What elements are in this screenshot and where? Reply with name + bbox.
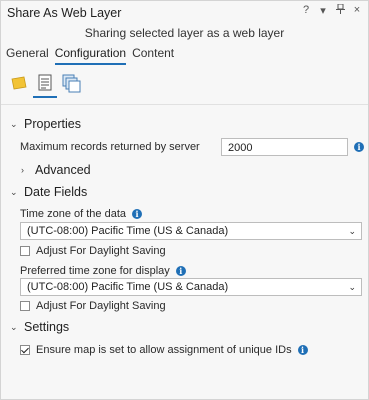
settings-header-label: Settings [24, 320, 70, 334]
tab-strip: General Configuration Content [6, 46, 174, 65]
chevron-down-icon: ⌄ [348, 226, 356, 236]
unique-ids-checkbox[interactable] [20, 345, 30, 355]
advanced-header-label: Advanced [35, 163, 91, 177]
dst-checkbox-2[interactable] [20, 301, 30, 311]
document-list-icon[interactable] [33, 73, 57, 98]
dst-checkbox-row-2[interactable]: Adjust For Daylight Saving [20, 300, 166, 312]
timezone-label: Time zone of the data [20, 208, 126, 220]
properties-section-header[interactable]: ⌄ Properties [10, 117, 81, 131]
dst-checkbox-row-1[interactable]: Adjust For Daylight Saving [20, 245, 166, 257]
settings-section-header[interactable]: ⌄ Settings [10, 320, 69, 334]
preferred-timezone-select-value: (UTC-08:00) Pacific Time (US & Canada) [27, 281, 229, 293]
dst-checkbox-2-label: Adjust For Daylight Saving [36, 300, 166, 312]
dst-checkbox-1-label: Adjust For Daylight Saving [36, 245, 166, 257]
date-fields-header-label: Date Fields [24, 185, 88, 199]
timezone-select[interactable]: (UTC-08:00) Pacific Time (US & Canada) ⌄ [20, 222, 362, 240]
tab-general[interactable]: General [6, 46, 49, 65]
chevron-down-icon: ⌄ [10, 321, 18, 332]
max-records-info-icon[interactable]: i [354, 142, 364, 152]
configuration-toolbar [9, 73, 81, 98]
pane-titlebar: Share As Web Layer ? ▾ × [1, 1, 368, 23]
preferred-timezone-info-icon[interactable]: i [175, 266, 186, 276]
timezone-select-value: (UTC-08:00) Pacific Time (US & Canada) [27, 225, 229, 237]
pane-subtitle: Sharing selected layer as a web layer [84, 26, 285, 40]
pin-icon[interactable] [335, 3, 345, 17]
preferred-timezone-select[interactable]: (UTC-08:00) Pacific Time (US & Canada) ⌄ [20, 278, 362, 296]
close-icon[interactable]: × [352, 4, 362, 17]
pane-title: Share As Web Layer [7, 6, 122, 20]
share-as-web-layer-pane: Share As Web Layer ? ▾ × Sharing selecte… [0, 0, 369, 400]
stacked-pages-icon[interactable] [61, 73, 81, 93]
chevron-down-icon: ⌄ [348, 282, 356, 292]
help-icon[interactable]: ? [301, 4, 311, 17]
layer-icon[interactable] [9, 73, 29, 93]
toolbar-divider [1, 104, 368, 105]
preferred-timezone-label-row: Preferred time zone for display i [20, 265, 186, 277]
unique-ids-info-icon[interactable]: i [297, 345, 308, 355]
pane-controls: ? ▾ × [301, 3, 362, 17]
tab-configuration[interactable]: Configuration [54, 46, 127, 65]
max-records-label: Maximum records returned by server [20, 141, 200, 153]
date-fields-section-header[interactable]: ⌄ Date Fields [10, 185, 87, 199]
unique-ids-label: Ensure map is set to allow assignment of… [36, 344, 292, 356]
max-records-input[interactable]: 2000 [221, 138, 348, 156]
tab-content[interactable]: Content [132, 46, 174, 65]
properties-header-label: Properties [24, 117, 81, 131]
timezone-info-icon[interactable]: i [132, 209, 142, 219]
chevron-down-icon: ⌄ [10, 118, 18, 129]
advanced-section-header[interactable]: › Advanced [21, 163, 91, 177]
preferred-timezone-label: Preferred time zone for display [20, 265, 170, 277]
chevron-down-icon: ⌄ [10, 186, 18, 197]
timezone-label-row: Time zone of the data i [20, 208, 142, 220]
chevron-right-icon: › [21, 165, 24, 175]
unique-ids-checkbox-row[interactable]: Ensure map is set to allow assignment of… [20, 344, 308, 356]
options-dropdown-icon[interactable]: ▾ [318, 4, 328, 17]
dst-checkbox-1[interactable] [20, 246, 30, 256]
